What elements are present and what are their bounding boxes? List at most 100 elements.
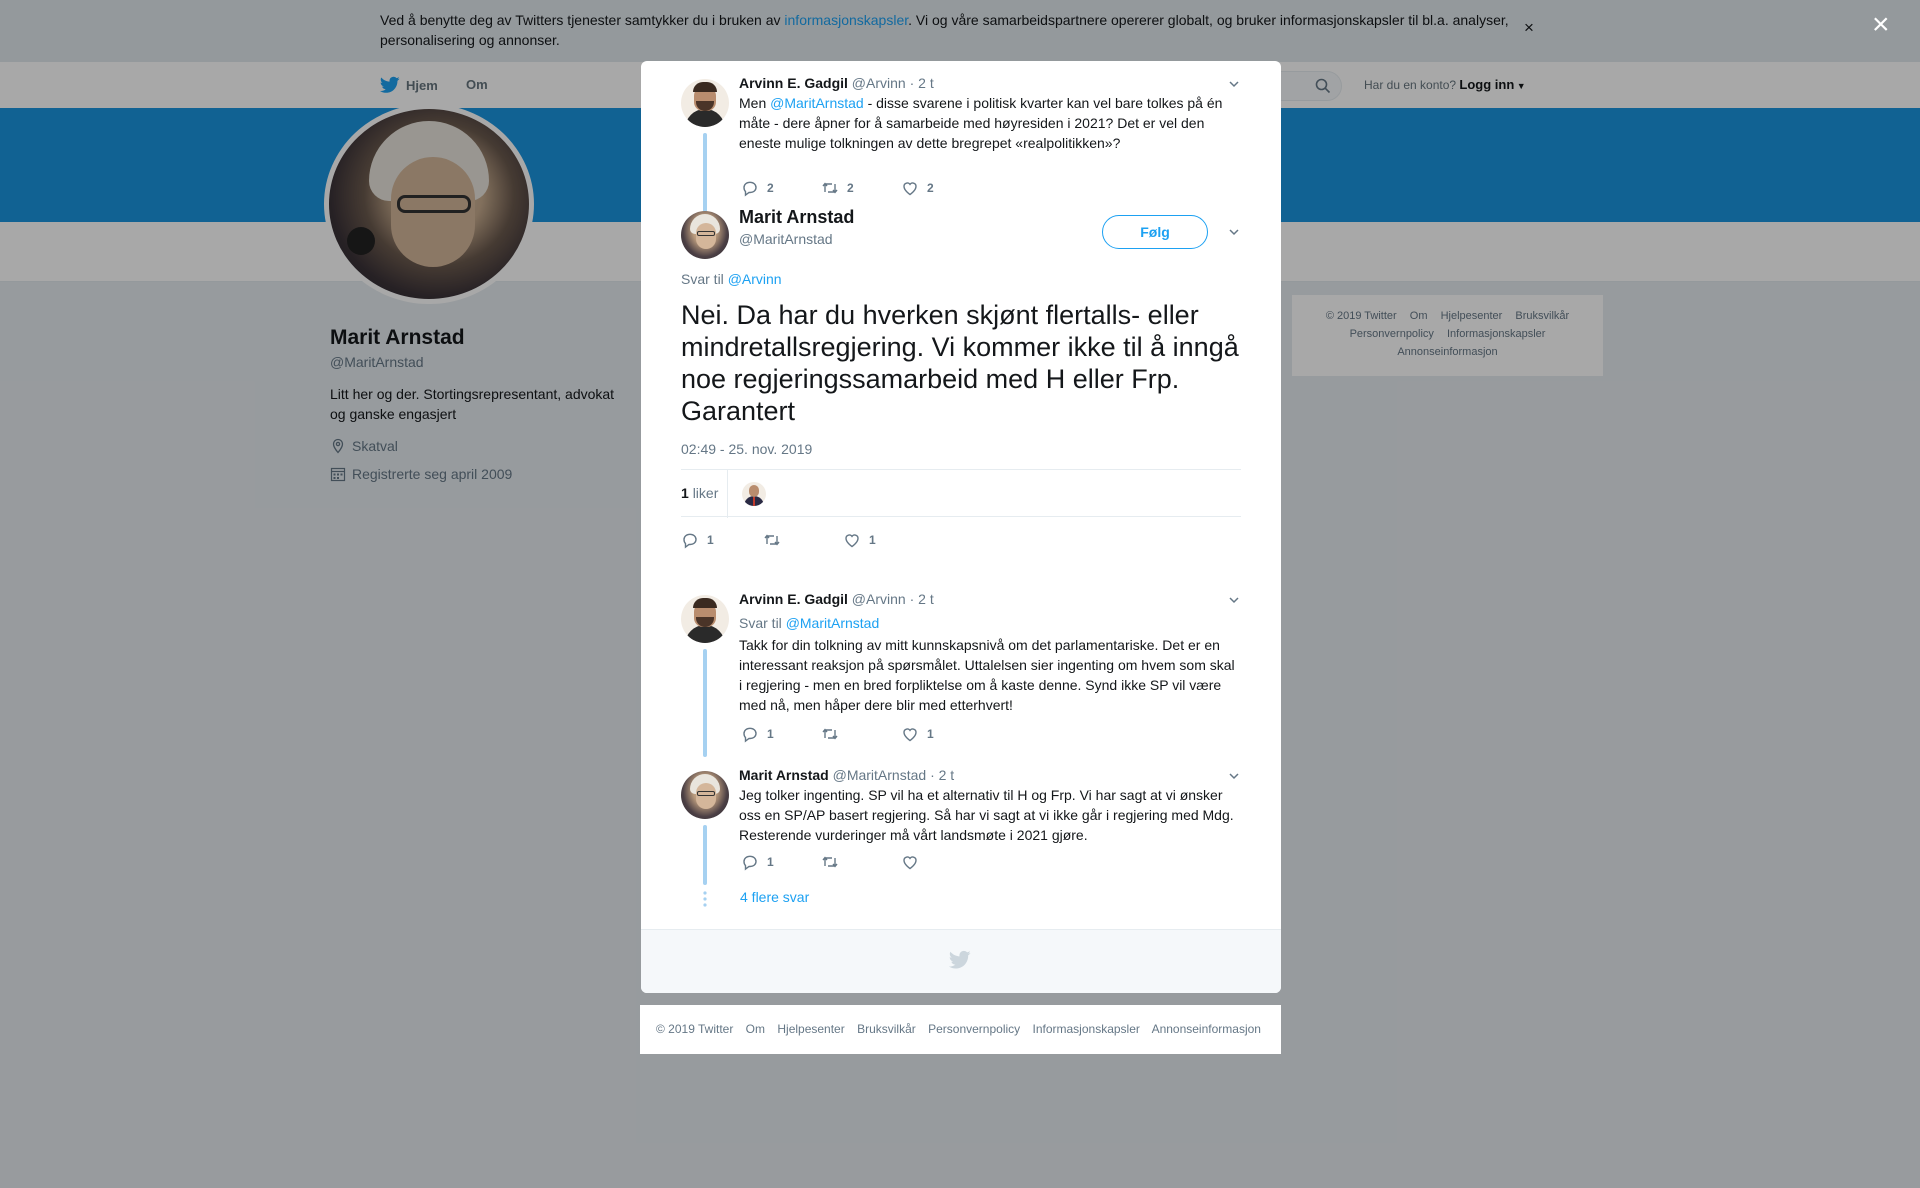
- tweet-text: Men @MaritArnstad - disse svarene i poli…: [739, 93, 1241, 153]
- author-handle[interactable]: @Arvinn: [852, 591, 906, 607]
- like-button[interactable]: 1: [843, 531, 876, 549]
- mention-link[interactable]: @MaritArnstad: [786, 615, 880, 631]
- avatar[interactable]: [681, 79, 729, 127]
- avatar-face: [749, 485, 759, 497]
- author-handle[interactable]: @MaritArnstad: [833, 767, 927, 783]
- avatar[interactable]: [681, 211, 729, 259]
- author-handle[interactable]: @MaritArnstad: [739, 231, 833, 247]
- thread-line: [703, 133, 707, 217]
- like-count: 1: [869, 533, 876, 547]
- chevron-down-icon[interactable]: [1227, 769, 1241, 783]
- retweet-icon: [822, 728, 838, 740]
- tweet-time[interactable]: · 2 t: [930, 767, 954, 783]
- page-footer: © 2019 Twitter Om Hjelpesenter Bruksvilk…: [640, 1005, 1281, 1054]
- footer-copyright: © 2019 Twitter: [656, 1022, 734, 1036]
- chevron-down-icon[interactable]: [1227, 225, 1241, 239]
- footer-privacy[interactable]: Personvernpolicy: [928, 1022, 1020, 1036]
- like-button[interactable]: [901, 853, 927, 871]
- reply-to-line: Svar til @Arvinn: [681, 271, 782, 287]
- heart-icon: [903, 728, 917, 742]
- retweet-icon: [764, 534, 780, 546]
- reply-tweet[interactable]: Marit Arnstad @MaritArnstad · 2 t Jeg to…: [681, 767, 1241, 887]
- likes-row: 1 liker: [681, 469, 1241, 518]
- avatar-body: [685, 625, 725, 643]
- retweet-icon: [822, 182, 838, 194]
- tweet-text: Takk for din tolkning av mitt kunnskapsn…: [739, 637, 1235, 713]
- author-name[interactable]: Marit Arnstad: [739, 767, 829, 783]
- tweet-actions: 1 1: [739, 725, 1219, 745]
- thread-line: [703, 649, 707, 757]
- footer-help[interactable]: Hjelpesenter: [777, 1022, 844, 1036]
- likes-count-number: 1: [681, 485, 689, 501]
- tweet-header: Arvinn E. Gadgil @Arvinn · 2 t: [739, 75, 934, 91]
- mention-link[interactable]: @MaritArnstad: [770, 95, 864, 111]
- avatar[interactable]: [681, 771, 729, 819]
- parent-tweet[interactable]: Arvinn E. Gadgil @Arvinn · 2 t Men @Mari…: [681, 75, 1241, 225]
- liker-avatar[interactable]: [742, 482, 766, 506]
- reply-count: 1: [767, 855, 774, 869]
- heart-icon: [903, 182, 917, 196]
- like-button[interactable]: 1: [901, 725, 934, 743]
- tweet-time[interactable]: · 2 t: [910, 75, 934, 91]
- twitter-bird-icon: [949, 950, 971, 969]
- footer-ads-info[interactable]: Annonseinformasjon: [1152, 1022, 1261, 1036]
- ellipsis-vertical-icon: [703, 891, 707, 907]
- retweet-button[interactable]: 2: [821, 179, 854, 197]
- tweet-modal: Arvinn E. Gadgil @Arvinn · 2 t Men @Mari…: [641, 61, 1281, 993]
- retweet-icon: [822, 856, 838, 868]
- tweet-header: Arvinn E. Gadgil @Arvinn · 2 t: [739, 591, 934, 607]
- tweet-text: Jeg tolker ingenting. SP vil ha et alter…: [739, 787, 1234, 843]
- modal-footer: [641, 929, 1281, 993]
- footer-terms[interactable]: Bruksvilkår: [857, 1022, 916, 1036]
- reply-button[interactable]: 1: [681, 531, 714, 549]
- avatar-tie: [753, 497, 755, 506]
- reply-button[interactable]: 2: [741, 179, 774, 197]
- tweet-actions: 2 2 2: [739, 179, 1219, 199]
- retweet-button[interactable]: [763, 531, 789, 549]
- heart-icon: [903, 856, 917, 870]
- reply-to-label: Svar til: [681, 271, 728, 287]
- reply-button[interactable]: 1: [741, 853, 774, 871]
- mention-link[interactable]: @Arvinn: [728, 271, 782, 287]
- retweet-button[interactable]: [821, 725, 847, 743]
- chevron-down-icon[interactable]: [1227, 77, 1241, 91]
- chevron-down-icon[interactable]: [1227, 593, 1241, 607]
- tweet-text: Nei. Da har du hverken skjønt flertalls-…: [681, 300, 1239, 426]
- avatar-face: [696, 223, 716, 249]
- retweet-button[interactable]: [821, 853, 847, 871]
- avatar-face: [696, 783, 716, 809]
- likes-count[interactable]: 1 liker: [681, 470, 729, 518]
- avatar-body: [685, 109, 725, 127]
- reply-count: 1: [707, 533, 714, 547]
- avatar-hair: [693, 598, 717, 608]
- author-name[interactable]: Arvinn E. Gadgil: [739, 591, 848, 607]
- author-name[interactable]: Marit Arnstad: [739, 207, 854, 228]
- author-name[interactable]: Arvinn E. Gadgil: [739, 75, 848, 91]
- tweet-timestamp[interactable]: 02:49 - 25. nov. 2019: [681, 441, 812, 457]
- avatar-glasses: [697, 231, 715, 236]
- retweet-count: 2: [847, 181, 854, 195]
- avatar-hair: [693, 82, 717, 92]
- tweet-time[interactable]: · 2 t: [910, 591, 934, 607]
- reply-to-line: Svar til @MaritArnstad: [739, 615, 879, 631]
- tweet-actions: 1 1: [681, 531, 1161, 551]
- reply-button[interactable]: 1: [741, 725, 774, 743]
- footer-about[interactable]: Om: [746, 1022, 765, 1036]
- avatar[interactable]: [681, 595, 729, 643]
- footer-cookies[interactable]: Informasjonskapsler: [1033, 1022, 1140, 1036]
- reply-count: 1: [767, 727, 774, 741]
- author-handle[interactable]: @Arvinn: [852, 75, 906, 91]
- thread-line: [703, 825, 707, 885]
- reply-icon: [683, 533, 697, 549]
- close-icon[interactable]: ×: [1872, 10, 1890, 40]
- like-button[interactable]: 2: [901, 179, 934, 197]
- reply-tweet[interactable]: Arvinn E. Gadgil @Arvinn · 2 t Svar til …: [681, 591, 1241, 761]
- avatar-glasses: [697, 791, 715, 796]
- show-more-link[interactable]: 4 flere svar: [740, 889, 809, 905]
- reply-count: 2: [767, 181, 774, 195]
- follow-button[interactable]: Følg: [1102, 215, 1208, 249]
- reply-to-label: Svar til: [739, 615, 786, 631]
- likes-count-label: liker: [692, 485, 719, 501]
- reply-icon: [743, 727, 757, 743]
- tweet-actions: 1: [739, 853, 1219, 873]
